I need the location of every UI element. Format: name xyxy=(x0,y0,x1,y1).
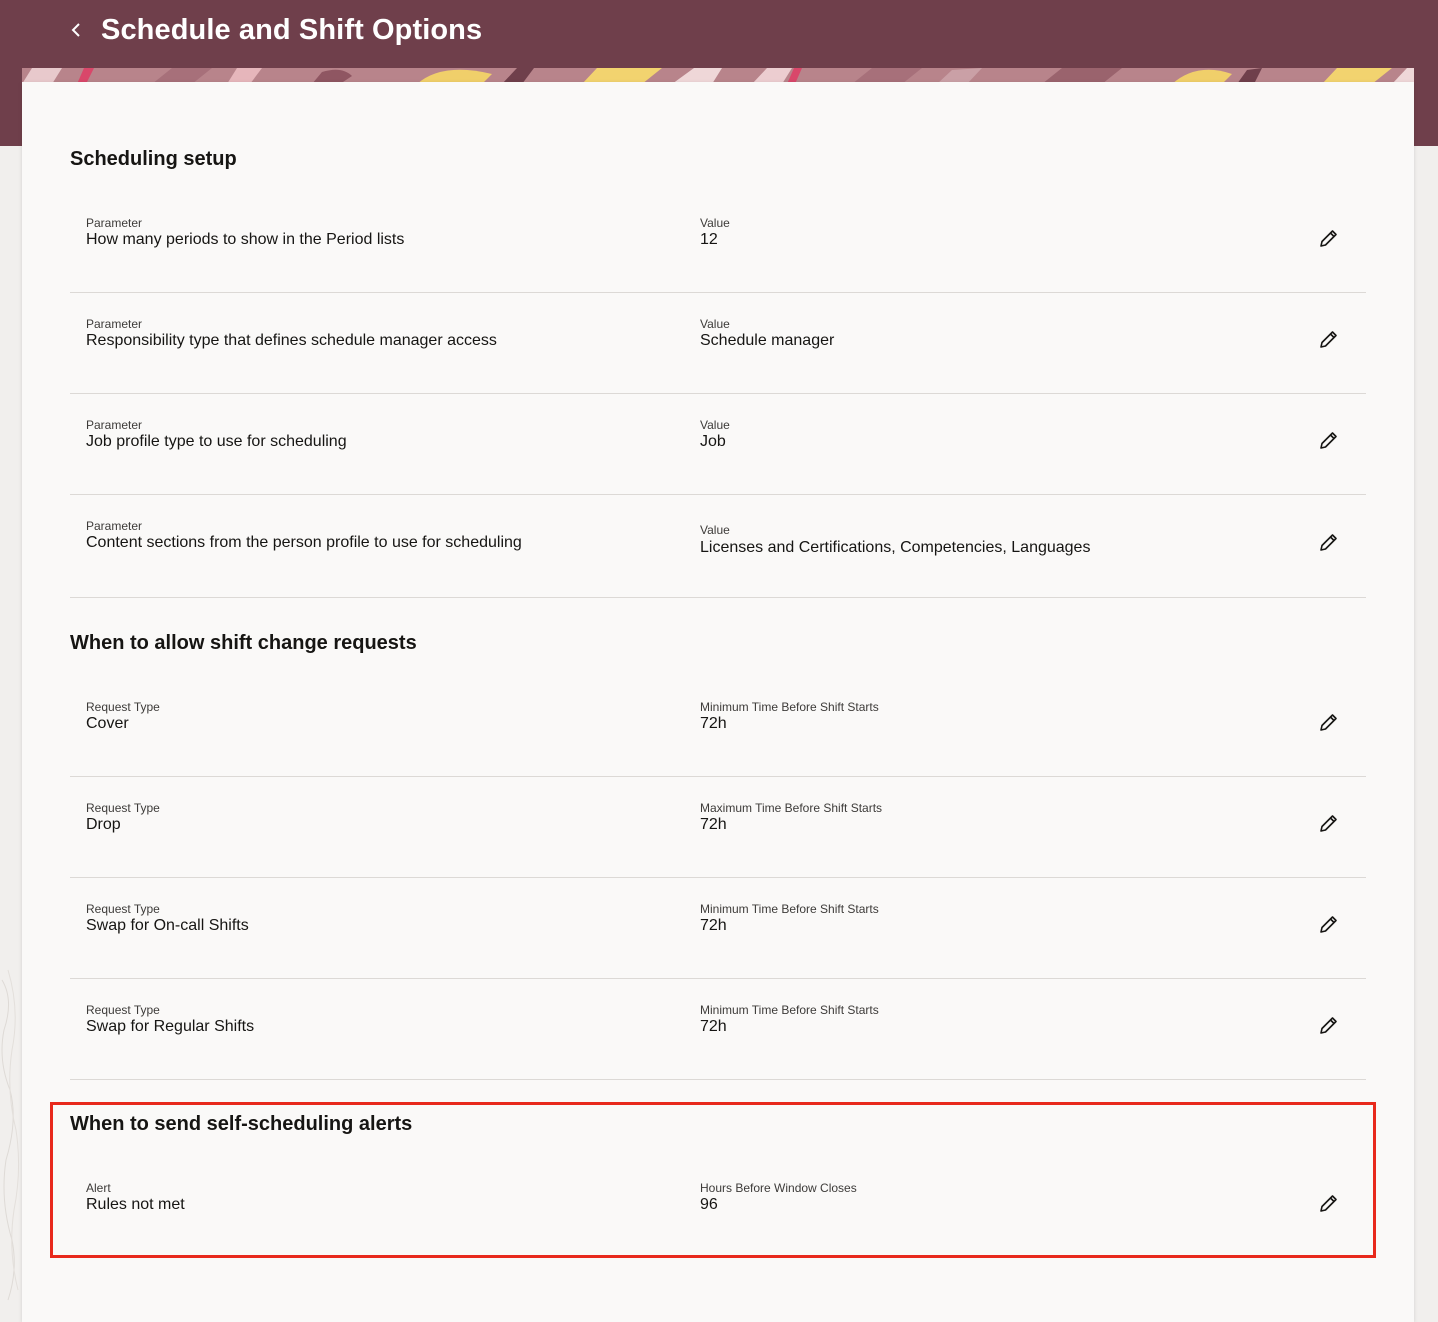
value-label: Value xyxy=(700,523,730,537)
time-label: Minimum Time Before Shift Starts xyxy=(700,902,879,916)
alert-value: Rules not met xyxy=(86,1196,185,1213)
edit-button[interactable] xyxy=(1314,913,1342,941)
section-title-shift-change-requests: When to allow shift change requests xyxy=(70,632,417,654)
edit-button[interactable] xyxy=(1314,531,1342,559)
chevron-left-icon xyxy=(69,22,83,43)
table-row: Request Type Drop Maximum Time Before Sh… xyxy=(70,777,1366,878)
parameter-label: Parameter xyxy=(86,317,143,331)
pencil-icon xyxy=(1317,1015,1339,1042)
decorative-texture xyxy=(0,960,22,1302)
time-value: 72h xyxy=(700,715,727,732)
value-label: Value xyxy=(700,317,730,331)
request-type-value: Drop xyxy=(86,816,121,833)
parameter-value: Content sections from the person profile… xyxy=(86,534,522,551)
table-row: Parameter Responsibility type that defin… xyxy=(70,293,1366,394)
pencil-icon xyxy=(1317,1193,1339,1220)
pencil-icon xyxy=(1317,914,1339,941)
time-label: Maximum Time Before Shift Starts xyxy=(700,801,883,815)
time-label: Minimum Time Before Shift Starts xyxy=(700,1003,879,1017)
edit-button[interactable] xyxy=(1314,812,1342,840)
table-row: Parameter Job profile type to use for sc… xyxy=(70,394,1366,495)
parameter-value: Job profile type to use for scheduling xyxy=(86,433,347,450)
request-type-value: Swap for On-call Shifts xyxy=(86,917,249,934)
pencil-icon xyxy=(1317,329,1339,356)
value-text: Licenses and Certifications, Competencie… xyxy=(700,539,1091,556)
time-value: 72h xyxy=(700,917,727,934)
edit-button[interactable] xyxy=(1314,1192,1342,1220)
request-type-value: Cover xyxy=(86,715,129,732)
time-value: 72h xyxy=(700,816,727,833)
parameter-label: Parameter xyxy=(86,216,143,230)
value-label: Value xyxy=(700,418,730,432)
table-row: Request Type Swap for On-call Shifts Min… xyxy=(70,878,1366,979)
table-row: Parameter How many periods to show in th… xyxy=(70,192,1366,293)
time-value: 72h xyxy=(700,1018,727,1035)
time-label: Minimum Time Before Shift Starts xyxy=(700,700,879,714)
edit-button[interactable] xyxy=(1314,227,1342,255)
parameter-value: Responsibility type that defines schedul… xyxy=(86,332,497,349)
section-title-scheduling-setup: Scheduling setup xyxy=(70,148,237,170)
request-type-value: Swap for Regular Shifts xyxy=(86,1018,255,1035)
value-text: Schedule manager xyxy=(700,332,835,349)
hours-label: Hours Before Window Closes xyxy=(700,1181,857,1195)
parameter-label: Parameter xyxy=(86,519,143,533)
edit-button[interactable] xyxy=(1314,429,1342,457)
request-type-label: Request Type xyxy=(86,801,160,815)
value-label: Value xyxy=(700,216,730,230)
hours-value: 96 xyxy=(700,1196,718,1213)
pencil-icon xyxy=(1317,532,1339,559)
table-row: Request Type Swap for Regular Shifts Min… xyxy=(70,979,1366,1080)
settings-card: Scheduling setup Parameter How many peri… xyxy=(22,82,1414,1322)
pencil-icon xyxy=(1317,228,1339,255)
back-button[interactable] xyxy=(62,18,90,46)
section-title-self-scheduling-alerts: When to send self-scheduling alerts xyxy=(70,1113,413,1135)
table-row: Request Type Cover Minimum Time Before S… xyxy=(70,676,1366,777)
pencil-icon xyxy=(1317,712,1339,739)
pencil-icon xyxy=(1317,430,1339,457)
page-title: Schedule and Shift Options xyxy=(101,14,483,46)
pencil-icon xyxy=(1317,813,1339,840)
value-text: 12 xyxy=(700,231,718,248)
parameter-value: How many periods to show in the Period l… xyxy=(86,231,405,248)
request-type-label: Request Type xyxy=(86,700,160,714)
table-row: Alert Rules not met Hours Before Window … xyxy=(70,1157,1366,1258)
parameter-label: Parameter xyxy=(86,418,143,432)
request-type-label: Request Type xyxy=(86,1003,160,1017)
edit-button[interactable] xyxy=(1314,711,1342,739)
value-text: Job xyxy=(700,433,726,450)
edit-button[interactable] xyxy=(1314,328,1342,356)
edit-button[interactable] xyxy=(1314,1014,1342,1042)
alert-label: Alert xyxy=(86,1181,111,1195)
request-type-label: Request Type xyxy=(86,902,160,916)
table-row: Parameter Content sections from the pers… xyxy=(70,495,1366,598)
